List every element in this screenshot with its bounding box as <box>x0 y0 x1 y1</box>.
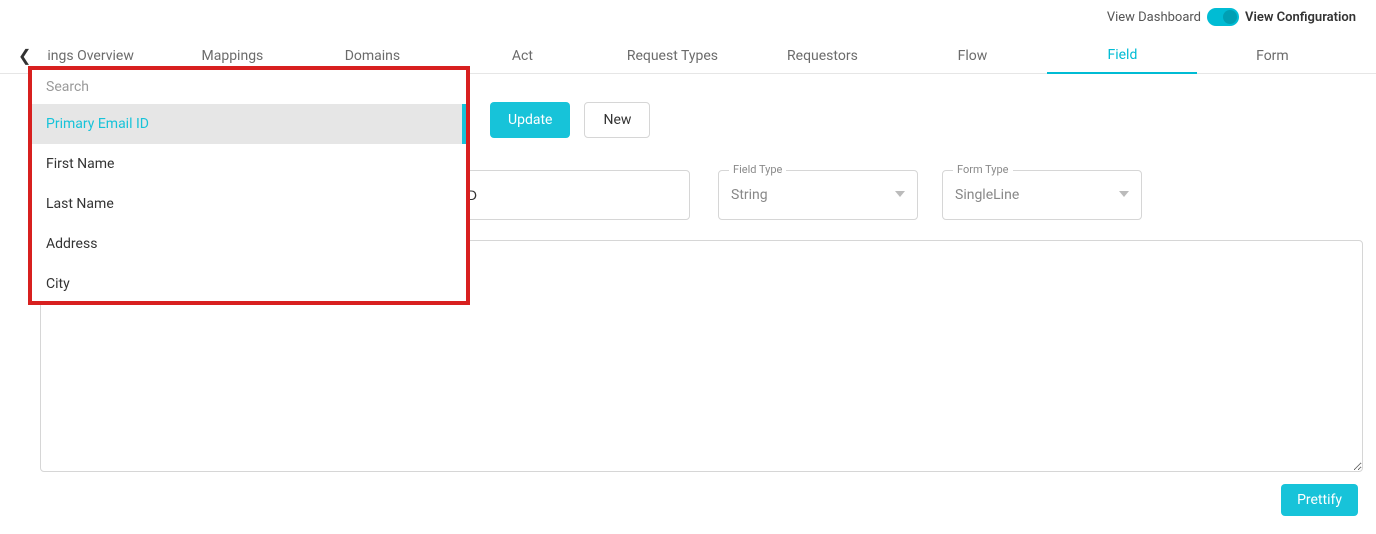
dropdown-item-city[interactable]: City <box>32 264 466 301</box>
dropdown-item-address[interactable]: Address <box>32 224 466 264</box>
tab-request-types[interactable]: Request Types <box>597 38 747 74</box>
actions-row: Update New <box>490 102 650 138</box>
toggle-label-configuration: View Configuration <box>1245 10 1356 25</box>
form-type-label: Form Type <box>953 163 1013 176</box>
dropdown-list: Primary Email ID First Name Last Name Ad… <box>32 104 466 301</box>
tab-requestors[interactable]: Requestors <box>747 38 897 74</box>
field-type-label: Field Type <box>729 163 786 176</box>
dropdown-item-last-name[interactable]: Last Name <box>32 184 466 224</box>
dropdown-item-first-name[interactable]: First Name <box>32 144 466 184</box>
chevron-left-icon[interactable]: ❮ <box>18 46 31 65</box>
dropdown-search-input[interactable] <box>32 70 466 104</box>
view-toggle-switch[interactable] <box>1207 8 1239 26</box>
tab-form[interactable]: Form <box>1197 38 1347 74</box>
field-name-input[interactable] <box>450 170 690 220</box>
update-button[interactable]: Update <box>490 102 570 138</box>
tab-flow[interactable]: Flow <box>897 38 1047 74</box>
tab-field[interactable]: Field <box>1047 38 1197 74</box>
chevron-down-icon <box>895 191 905 197</box>
field-type-select[interactable]: Field Type String <box>718 170 918 220</box>
dropdown-item-primary-email[interactable]: Primary Email ID <box>32 104 466 144</box>
prettify-button[interactable]: Prettify <box>1281 484 1358 516</box>
field-type-value: String <box>731 187 768 203</box>
field-dropdown-panel: Primary Email ID First Name Last Name Ad… <box>28 66 470 305</box>
form-type-value: SingleLine <box>955 187 1019 203</box>
chevron-down-icon <box>1119 191 1129 197</box>
new-button[interactable]: New <box>584 102 650 138</box>
field-dropdown-inner: Primary Email ID First Name Last Name Ad… <box>32 70 466 301</box>
view-toggle: View Dashboard View Configuration <box>1107 8 1356 26</box>
form-type-select[interactable]: Form Type SingleLine <box>942 170 1142 220</box>
toggle-label-dashboard: View Dashboard <box>1107 10 1201 25</box>
